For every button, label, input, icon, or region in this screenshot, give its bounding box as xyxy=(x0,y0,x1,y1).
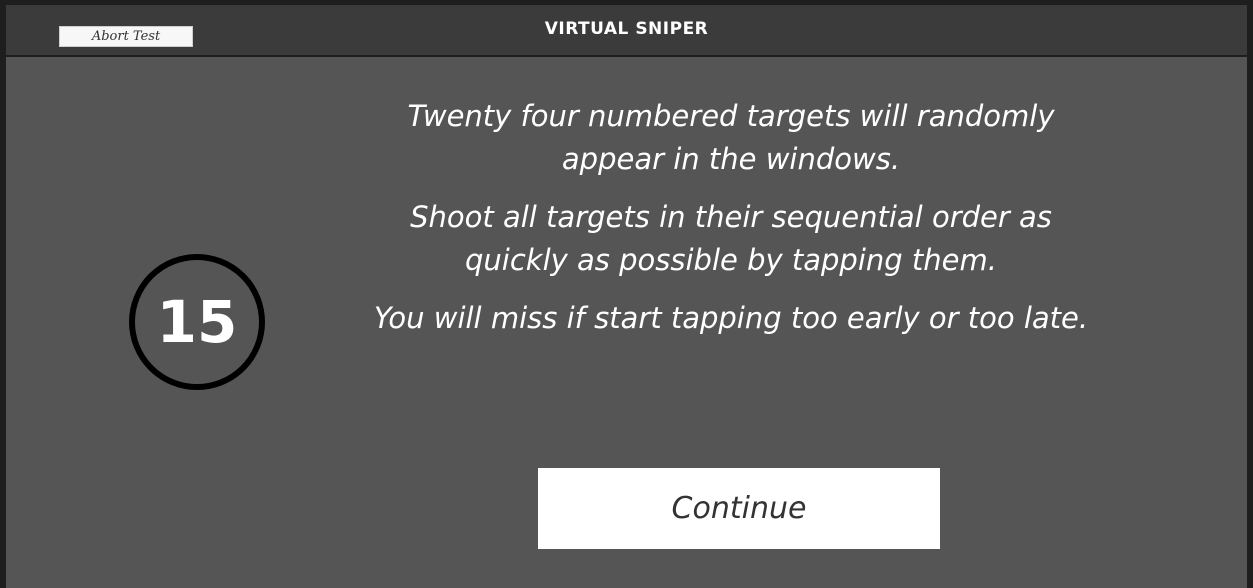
instruction-paragraph-1: Twenty four numbered targets will random… xyxy=(407,99,1055,176)
instruction-paragraph-3: You will miss if start tapping too early… xyxy=(373,301,1089,335)
app-window: Abort Test VIRTUAL SNIPER 15 Twenty four… xyxy=(4,5,1249,588)
numbered-target[interactable]: 15 xyxy=(129,254,265,390)
instructions-panel: Twenty four numbered targets will random… xyxy=(371,95,1091,355)
instruction-paragraph-2: Shoot all targets in their sequential or… xyxy=(410,200,1052,277)
title-bar: Abort Test VIRTUAL SNIPER xyxy=(6,5,1247,57)
continue-button[interactable]: Continue xyxy=(538,468,940,549)
app-title: VIRTUAL SNIPER xyxy=(544,19,709,39)
target-number: 15 xyxy=(156,288,238,356)
